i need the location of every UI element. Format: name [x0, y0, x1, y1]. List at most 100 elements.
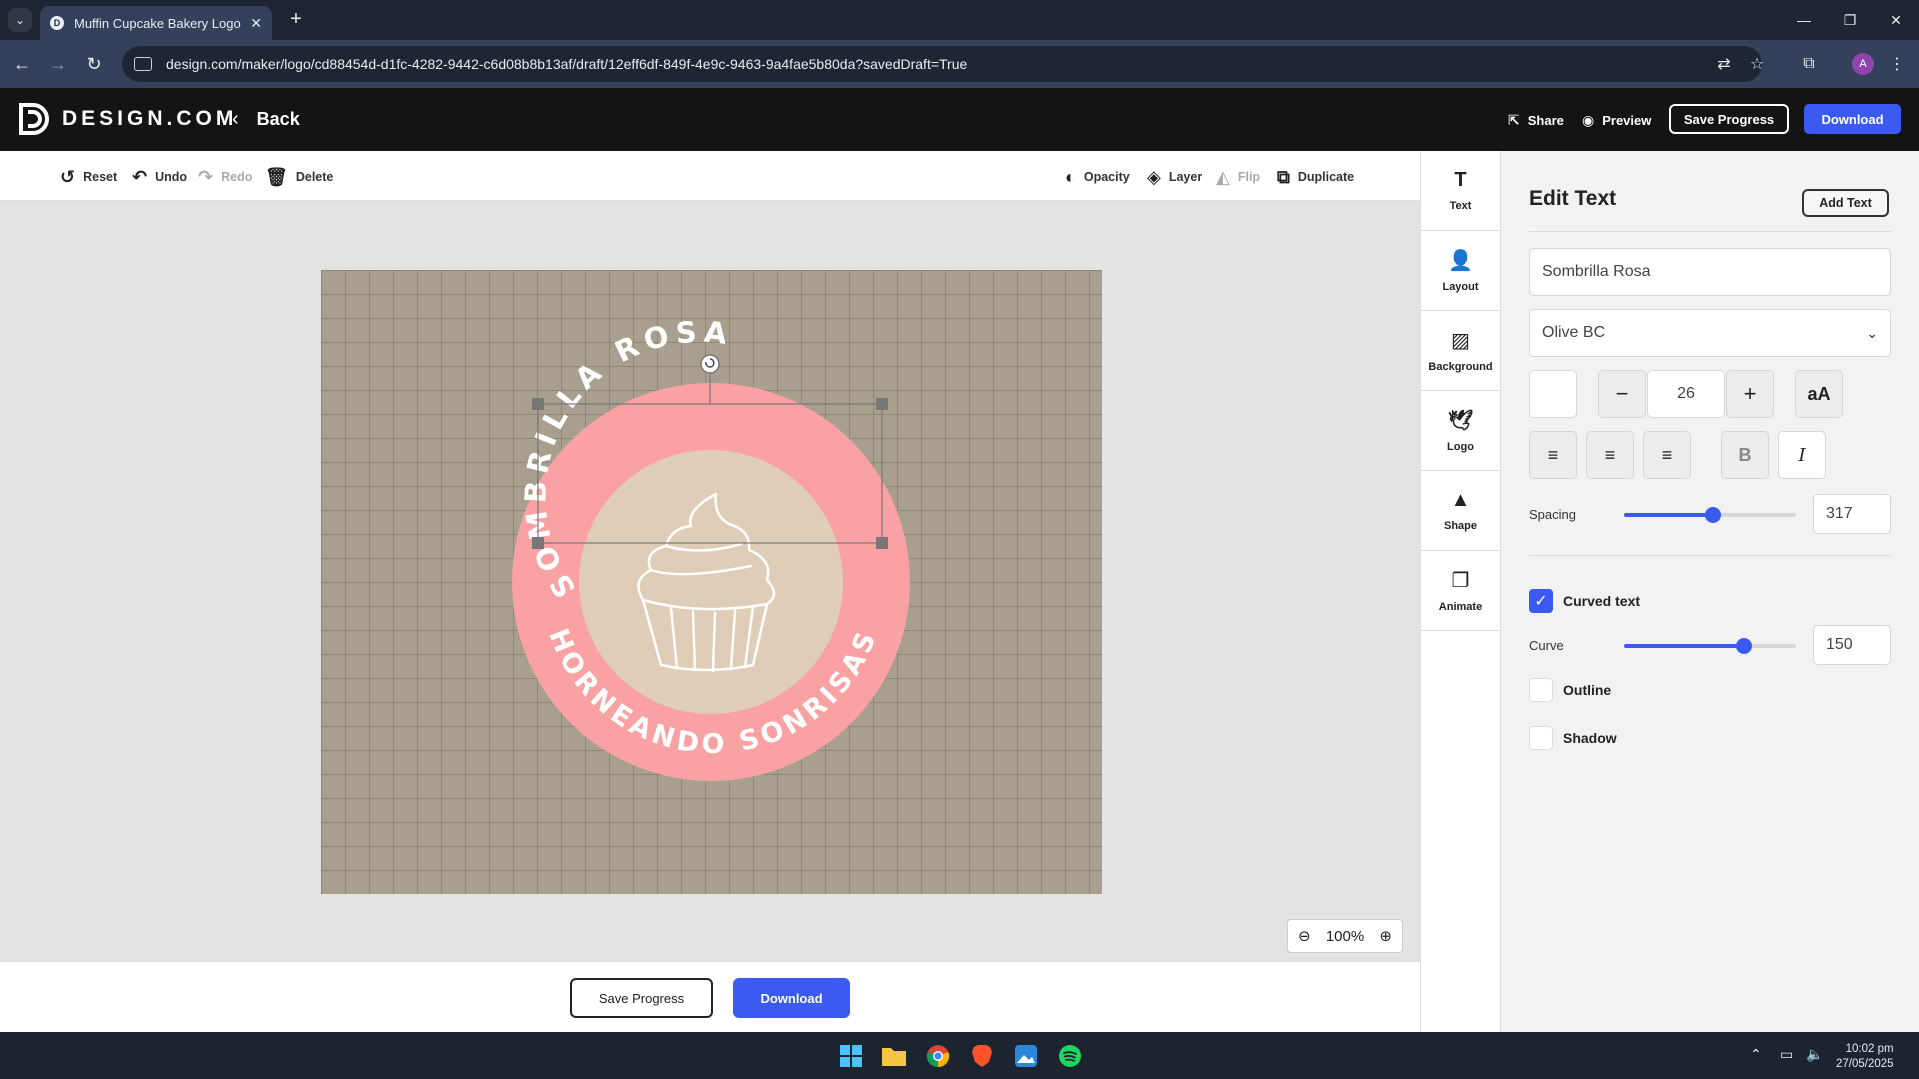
browser-tab[interactable]: D Muffin Cupcake Bakery Logo | D ✕ — [40, 6, 272, 40]
tray-overflow-icon[interactable]: ⌃ — [1750, 1046, 1762, 1063]
url-field[interactable]: design.com/maker/logo/cd88454d-d1fc-4282… — [122, 46, 1762, 82]
font-select-value: Olive BC — [1542, 324, 1606, 341]
undo-button[interactable]: ↶ Undo — [132, 165, 187, 189]
site-favicon-icon: D — [50, 16, 64, 30]
chrome-icon[interactable] — [923, 1041, 953, 1071]
opacity-button[interactable]: ◐ Opacity — [1065, 165, 1130, 189]
font-size-input[interactable]: 26 — [1647, 370, 1725, 418]
layer-button[interactable]: ◈ Layer — [1147, 165, 1202, 189]
bottom-download-button[interactable]: Download — [733, 978, 850, 1018]
increase-size-button[interactable]: + — [1726, 370, 1774, 418]
restore-icon[interactable]: ❐ — [1827, 0, 1873, 40]
rotate-handle-icon[interactable] — [700, 354, 720, 374]
align-center-icon[interactable]: ≡ — [1586, 431, 1634, 479]
curve-input[interactable]: 150 — [1813, 625, 1891, 665]
opacity-label: Opacity — [1083, 170, 1130, 184]
profile-avatar[interactable]: A — [1852, 53, 1874, 75]
italic-icon[interactable]: I — [1778, 431, 1826, 479]
redo-button[interactable]: ↷ Redo — [198, 165, 252, 189]
editor-toolbar: ↺ Reset ↶ Undo ↷ Redo 🗑 Delete ◐ Opacity ◈ Lay… — [0, 151, 1420, 201]
spacing-input[interactable]: 317 — [1813, 494, 1891, 534]
back-button[interactable]: ‹ Back — [232, 108, 300, 131]
share-button[interactable]: ⇱ Share — [1508, 107, 1564, 133]
logo-artboard[interactable]: SOMBRILLA ROSA HORNEANDO SONRISAS — [321, 270, 1102, 894]
photos-icon[interactable] — [1011, 1041, 1041, 1071]
eye-icon: ◉ — [1582, 111, 1595, 128]
forward-arrow-icon[interactable]: → — [46, 52, 70, 76]
animate-icon: ❐ — [1451, 570, 1470, 592]
rail-item-text[interactable]: T Text — [1421, 151, 1500, 231]
brand-logo[interactable]: DESIGN.COM — [18, 102, 237, 136]
os-taskbar: ⌃ ▭ 🔈 10:02 pm 27/05/2025 — [0, 1032, 1919, 1079]
download-button[interactable]: Download — [1804, 104, 1901, 134]
flip-button[interactable]: ◭ Flip — [1216, 165, 1260, 189]
rail-item-logo[interactable]: 🕊 Logo — [1421, 391, 1500, 471]
windows-logo — [840, 1045, 862, 1067]
align-right-icon[interactable]: ≡ — [1643, 431, 1691, 479]
zoom-control: ⊖ 100% ⊕ — [1287, 919, 1403, 953]
duplicate-label: Duplicate — [1297, 170, 1355, 184]
outline-checkbox[interactable] — [1529, 678, 1553, 702]
align-left-icon[interactable]: ≡ — [1529, 431, 1577, 479]
rail-item-animate[interactable]: ❐ Animate — [1421, 551, 1500, 631]
trash-icon: 🗑 — [265, 166, 288, 187]
decrease-size-button[interactable]: − — [1598, 370, 1646, 418]
brave-logo — [972, 1045, 992, 1067]
back-label: Back — [256, 109, 300, 129]
close-tab-icon[interactable]: ✕ — [250, 15, 262, 32]
chevron-left-icon: ‹ — [232, 108, 239, 130]
volume-icon[interactable]: 🔈 — [1806, 1046, 1823, 1063]
translate-icon[interactable]: ⇄ — [1712, 52, 1736, 76]
spacing-slider-handle[interactable] — [1705, 507, 1722, 523]
bookmark-star-icon[interactable]: ☆ — [1745, 52, 1769, 76]
bold-icon[interactable]: B — [1721, 431, 1769, 479]
minimize-icon[interactable]: — — [1781, 0, 1827, 40]
windows-start-icon[interactable] — [836, 1041, 866, 1071]
preview-button[interactable]: ◉ Preview — [1582, 107, 1651, 133]
save-progress-button[interactable]: Save Progress — [1669, 104, 1789, 134]
new-tab-button[interactable]: + — [284, 8, 308, 32]
site-info-icon[interactable] — [134, 57, 152, 71]
back-arrow-icon[interactable]: ← — [10, 52, 34, 76]
text-case-button[interactable]: aA — [1795, 370, 1843, 418]
resize-handle-bl[interactable] — [532, 537, 544, 549]
duplicate-button[interactable]: ⧉ Duplicate — [1277, 165, 1354, 189]
delete-button[interactable]: 🗑 Delete — [265, 165, 333, 189]
curved-text-checkbox[interactable]: ✓ — [1529, 589, 1553, 613]
resize-handle-tl[interactable] — [532, 398, 544, 410]
zoom-level: 100% — [1325, 927, 1365, 945]
spacing-slider[interactable] — [1624, 507, 1796, 523]
reset-button[interactable]: ↺ Reset — [60, 165, 117, 189]
tab-search-button[interactable]: ⌄ — [8, 8, 32, 32]
rail-item-background[interactable]: ▨ Background — [1421, 311, 1500, 391]
extensions-icon[interactable]: ⧉ — [1797, 52, 1821, 76]
more-menu-icon[interactable]: ⋮ — [1885, 52, 1909, 76]
resize-handle-br[interactable] — [876, 537, 888, 549]
network-icon[interactable]: ▭ — [1780, 1046, 1793, 1063]
curve-slider-handle[interactable] — [1736, 638, 1753, 654]
layout-icon: 👤 — [1448, 250, 1473, 272]
curve-slider[interactable] — [1624, 638, 1796, 654]
resize-handle-tr[interactable] — [876, 398, 888, 410]
rail-item-shape[interactable]: ▲ Shape — [1421, 471, 1500, 551]
rail-item-layout[interactable]: 👤 Layout — [1421, 231, 1500, 311]
layers-icon: ◈ — [1147, 166, 1161, 187]
close-window-icon[interactable]: ✕ — [1873, 0, 1919, 40]
curve-label: Curve — [1529, 638, 1564, 653]
text-color-swatch[interactable] — [1529, 370, 1577, 418]
zoom-in-icon[interactable]: ⊕ — [1379, 927, 1392, 945]
brave-icon[interactable] — [967, 1041, 997, 1071]
zoom-out-icon[interactable]: ⊖ — [1298, 927, 1311, 945]
font-select[interactable]: Olive BC ⌄ — [1529, 309, 1891, 357]
system-clock[interactable]: 10:02 pm 27/05/2025 — [1836, 1042, 1894, 1072]
add-text-button[interactable]: Add Text — [1802, 189, 1889, 217]
flip-label: Flip — [1237, 170, 1261, 184]
text-content-input[interactable]: Sombrilla Rosa — [1529, 248, 1891, 296]
chevron-down-icon: ⌄ — [1866, 324, 1878, 341]
shadow-checkbox[interactable] — [1529, 726, 1553, 750]
clock-time: 10:02 pm — [1845, 1043, 1894, 1055]
bottom-save-progress-button[interactable]: Save Progress — [570, 978, 713, 1018]
reload-icon[interactable]: ↻ — [82, 52, 106, 76]
file-explorer-icon[interactable] — [879, 1041, 909, 1071]
spotify-icon[interactable] — [1055, 1041, 1085, 1071]
